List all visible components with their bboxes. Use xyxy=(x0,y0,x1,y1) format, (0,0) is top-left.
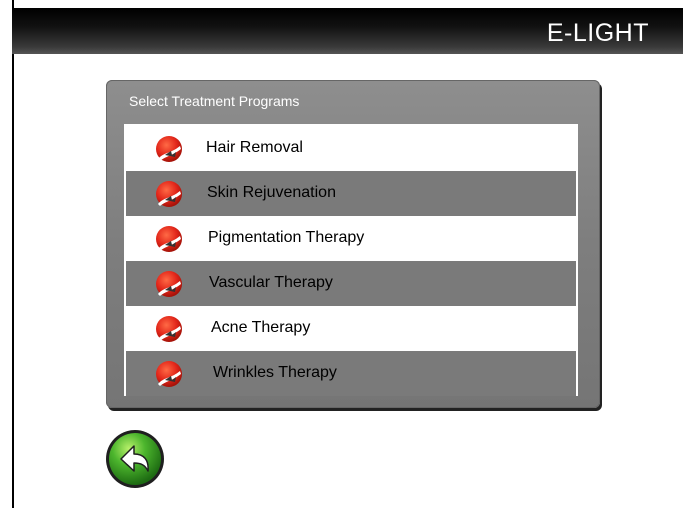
treatment-label: Vascular Therapy xyxy=(209,274,333,291)
treatment-label: Skin Rejuvenation xyxy=(207,184,336,201)
title-bar: E-LIGHT xyxy=(12,8,683,54)
panel-title: Select Treatment Programs xyxy=(129,93,300,109)
treatment-label: Wrinkles Therapy xyxy=(213,364,337,381)
treatment-icon xyxy=(156,361,182,387)
treatment-icon xyxy=(156,226,182,252)
treatment-item-hair-removal[interactable]: Hair Removal xyxy=(126,126,576,171)
brand-title: E-LIGHT xyxy=(546,19,649,47)
treatment-label: Pigmentation Therapy xyxy=(208,229,365,246)
treatment-icon xyxy=(156,316,182,342)
back-button[interactable] xyxy=(104,428,166,490)
treatment-list: Hair Removal Skin Rejuvenation Pigmentat… xyxy=(124,124,578,396)
treatment-item-vascular-therapy[interactable]: Vascular Therapy xyxy=(126,261,576,306)
treatment-icon xyxy=(156,181,182,207)
treatment-label: Hair Removal xyxy=(206,139,303,156)
treatment-icon xyxy=(156,136,182,162)
treatment-item-pigmentation-therapy[interactable]: Pigmentation Therapy xyxy=(126,216,576,261)
treatment-item-acne-therapy[interactable]: Acne Therapy xyxy=(126,306,576,351)
back-arrow-icon xyxy=(106,430,164,488)
treatment-programs-panel: Select Treatment Programs Hair Removal S… xyxy=(106,80,600,408)
treatment-icon xyxy=(156,271,182,297)
treatment-label: Acne Therapy xyxy=(211,319,311,336)
treatment-item-skin-rejuvenation[interactable]: Skin Rejuvenation xyxy=(126,171,576,216)
treatment-item-wrinkles-therapy[interactable]: Wrinkles Therapy xyxy=(126,351,576,396)
